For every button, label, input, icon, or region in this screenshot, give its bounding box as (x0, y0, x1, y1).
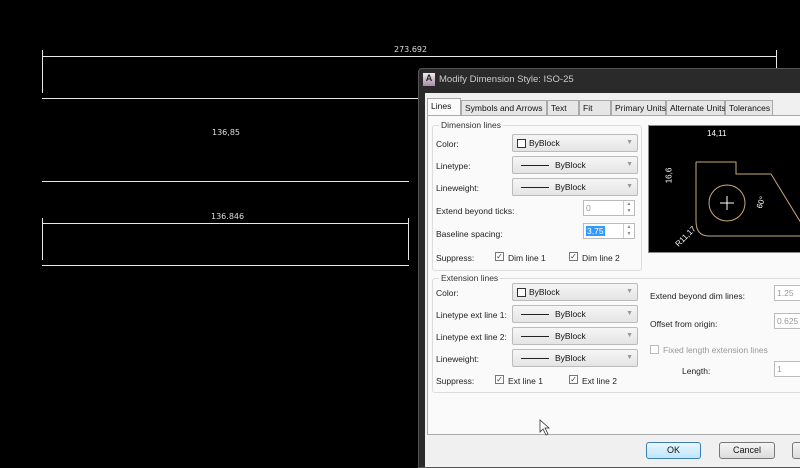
linetype-ext1-label: Linetype ext line 1: (436, 310, 507, 320)
ext-line2-checkbox[interactable]: ✓ (569, 375, 578, 384)
ext-line1-checkbox[interactable]: ✓ (495, 375, 504, 384)
drawing-line (42, 265, 409, 266)
line-sample (521, 336, 549, 337)
baseline-spacing-label: Baseline spacing: (436, 229, 503, 239)
modify-dimension-style-dialog: A Modify Dimension Style: ISO-25 Lines S… (418, 68, 800, 468)
color-swatch (517, 139, 526, 148)
dropdown-value: ByBlock (555, 331, 586, 341)
checkbox-label: Dim line 2 (582, 253, 620, 263)
mouse-cursor-icon (539, 419, 551, 436)
extend-ticks-spinner[interactable]: 0 ▲ ▼ (583, 200, 635, 216)
dim-linetype-dropdown[interactable]: ByBlock ▼ (512, 156, 638, 174)
group-label: Extension lines (439, 273, 501, 283)
checkbox-label: Ext line 1 (508, 376, 543, 386)
spinner-arrows-icon[interactable]: ▲ ▼ (623, 201, 634, 215)
chevron-down-icon: ▼ (626, 139, 633, 146)
spinner-arrows-icon[interactable]: ▲ ▼ (623, 224, 634, 238)
dimension-text-middle: 136,85 (212, 128, 240, 137)
lineweight-label: Lineweight: (436, 354, 480, 364)
dialog-title: Modify Dimension Style: ISO-25 (439, 74, 574, 85)
dropdown-value: ByBlock (555, 353, 586, 363)
dim-line1-checkbox[interactable]: ✓ (495, 252, 504, 261)
dropdown-value: ByBlock (555, 160, 586, 170)
group-label: Dimension lines (439, 120, 503, 130)
ext-lineweight-dropdown[interactable]: ByBlock ▼ (512, 349, 638, 367)
dropdown-value: ByBlock (529, 138, 560, 148)
lineweight-label: Lineweight: (436, 183, 480, 193)
suppress-label: Suppress: (436, 253, 475, 263)
offset-origin-label: Offset from origin: (650, 319, 718, 329)
dropdown-value: ByBlock (529, 287, 560, 297)
tab-text[interactable]: Text (547, 100, 579, 115)
extend-ticks-label: Extend beyond ticks: (436, 206, 515, 216)
checkbox-label: Dim line 1 (508, 253, 546, 263)
extension-line (776, 50, 777, 70)
tab-symbols-and-arrows[interactable]: Symbols and Arrows (461, 100, 547, 115)
chevron-down-icon: ▼ (626, 161, 633, 168)
dimension-preview: 14,11 16,6 60° R11,17 (648, 125, 800, 253)
center-mark-icon (720, 196, 734, 210)
ext-color-dropdown[interactable]: ByBlock ▼ (512, 283, 638, 301)
cancel-button[interactable]: Cancel (719, 442, 775, 459)
lines-tab-panel: Dimension lines Color: ByBlock ▼ Linetype… (427, 115, 800, 435)
drawing-line (42, 98, 418, 99)
dim-line2-checkbox[interactable]: ✓ (569, 252, 578, 261)
dimension-line-bottom (42, 223, 409, 224)
fixed-length-label: Fixed length extension lines (663, 345, 768, 355)
autocad-app-icon: A (423, 73, 435, 86)
color-label: Color: (436, 139, 459, 149)
dialog-body: Lines Symbols and Arrows Text Fit Primar… (425, 93, 800, 467)
tab-alternate-units[interactable]: Alternate Units (666, 100, 726, 115)
drawing-line (42, 181, 409, 182)
line-sample (521, 187, 549, 188)
help-button[interactable] (792, 442, 800, 459)
preview-outline (695, 161, 800, 237)
dropdown-value: ByBlock (555, 182, 586, 192)
length-label: Length: (682, 366, 711, 376)
linetype-ext2-label: Linetype ext line 2: (436, 332, 507, 342)
dim-color-dropdown[interactable]: ByBlock ▼ (512, 134, 638, 152)
extend-dim-lines-label: Extend beyond dim lines: (650, 291, 745, 301)
checkbox-label: Ext line 2 (582, 376, 617, 386)
spinner-value: 3.75 (586, 226, 605, 236)
tab-fit[interactable]: Fit (579, 100, 611, 115)
ext-linetype2-dropdown[interactable]: ByBlock ▼ (512, 327, 638, 345)
chevron-down-icon: ▼ (626, 183, 633, 190)
chevron-down-icon: ▼ (626, 354, 633, 361)
ext-linetype1-dropdown[interactable]: ByBlock ▼ (512, 305, 638, 323)
preview-dim-left: 16,6 (664, 167, 674, 184)
line-sample (521, 314, 549, 315)
extension-line (42, 50, 43, 93)
extension-line (42, 218, 43, 260)
suppress-label: Suppress: (436, 376, 475, 386)
ok-button[interactable]: OK (646, 442, 701, 459)
length-input[interactable]: 1 (774, 361, 800, 377)
line-sample (521, 358, 549, 359)
color-swatch (517, 288, 526, 297)
dim-lineweight-dropdown[interactable]: ByBlock ▼ (512, 178, 638, 196)
chevron-down-icon: ▼ (626, 288, 633, 295)
dimension-line-top (42, 56, 777, 57)
extension-line (408, 218, 409, 260)
line-sample (521, 165, 549, 166)
fixed-length-checkbox[interactable] (650, 345, 659, 354)
title-bar[interactable]: A Modify Dimension Style: ISO-25 (419, 69, 800, 91)
tab-tolerances[interactable]: Tolerances (725, 100, 773, 115)
tab-lines[interactable]: Lines (427, 98, 461, 116)
spinner-value: 0 (586, 203, 591, 213)
extend-dim-lines-input[interactable]: 1.25 (774, 285, 800, 301)
preview-dim-top: 14,11 (707, 129, 727, 138)
color-label: Color: (436, 288, 459, 298)
dimension-text-bottom: 136.846 (211, 212, 245, 221)
chevron-down-icon: ▼ (626, 310, 633, 317)
chevron-down-icon: ▼ (626, 332, 633, 339)
baseline-spacing-spinner[interactable]: 3.75 ▲ ▼ (583, 223, 635, 239)
offset-origin-input[interactable]: 0.625 (774, 313, 800, 329)
dropdown-value: ByBlock (555, 309, 586, 319)
preview-drawing (695, 161, 800, 237)
dimension-text-top: 273.692 (394, 45, 428, 54)
tab-primary-units[interactable]: Primary Units (611, 100, 666, 115)
linetype-label: Linetype: (436, 161, 471, 171)
